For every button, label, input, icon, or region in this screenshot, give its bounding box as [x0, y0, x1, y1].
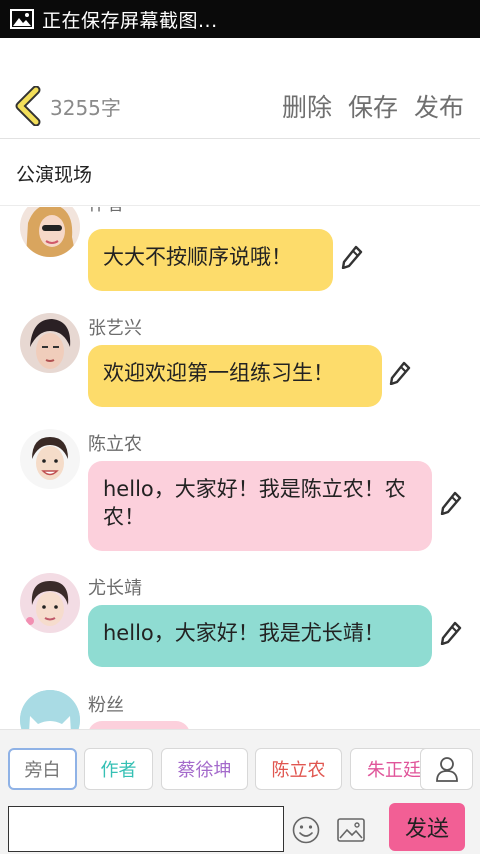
edit-pencil-icon[interactable]: [341, 245, 363, 269]
word-count: 3255字: [50, 96, 121, 120]
message-bubble[interactable]: hello，大家好！我是陈立农！农农！: [88, 461, 432, 551]
role-tab-label: 蔡徐坤: [177, 760, 232, 781]
message-bubble[interactable]: 大大不按顺序说哦！: [88, 229, 333, 291]
chapter-title: 公演现场: [16, 164, 93, 186]
image-picker-icon[interactable]: [337, 818, 365, 842]
speaker-name: 陈立农: [88, 434, 142, 455]
role-tab-narrator[interactable]: 旁白: [8, 748, 77, 790]
role-tab-author[interactable]: 作者: [84, 748, 153, 790]
role-tab-character[interactable]: 蔡徐坤: [161, 748, 248, 790]
avatar[interactable]: [20, 573, 80, 633]
edit-pencil-icon[interactable]: [389, 361, 411, 385]
save-button[interactable]: 保存: [348, 88, 398, 124]
send-button[interactable]: 发送: [389, 803, 465, 851]
role-tab-character[interactable]: 陈立农: [255, 748, 342, 790]
status-text: 正在保存屏幕截图...: [42, 9, 218, 32]
chat-message: 陈立农 hello，大家好！我是陈立农！农农！: [0, 426, 480, 566]
avatar[interactable]: [20, 207, 80, 257]
message-text: 大大不按顺序说哦！: [103, 245, 292, 269]
composer-bar: 旁白 作者 蔡徐坤 陈立农 朱正廷 发送: [0, 729, 480, 854]
speaker-name: 粉丝: [88, 695, 124, 716]
role-tab-label: 朱正廷: [367, 760, 421, 781]
avatar[interactable]: [20, 429, 80, 489]
role-tab-label: 旁白: [24, 760, 61, 781]
edit-pencil-icon[interactable]: [440, 621, 462, 645]
add-role-button[interactable]: [420, 748, 473, 790]
image-icon: [10, 9, 34, 29]
message-text: hello，大家好！我是尤长靖！: [103, 621, 385, 645]
speaker-name: 尤长靖: [88, 578, 142, 599]
chat-message: 作者 大大不按顺序说哦！: [0, 207, 480, 297]
editor-header: 3255字 删除 保存 发布: [0, 38, 480, 139]
chat-area[interactable]: 作者 大大不按顺序说哦！ 张艺兴 欢迎欢迎第一组练习生！: [0, 207, 480, 729]
emoji-icon[interactable]: [292, 816, 320, 844]
message-text: 欢迎欢迎第一组练习生！: [103, 361, 334, 385]
edit-pencil-icon[interactable]: [440, 491, 462, 515]
chat-message: 张艺兴 欢迎欢迎第一组练习生！: [0, 310, 480, 420]
message-bubble[interactable]: hello，大家好！我是尤长靖！: [88, 605, 432, 667]
message-bubble[interactable]: [88, 721, 190, 729]
person-icon: [435, 757, 458, 782]
role-tabs: 旁白 作者 蔡徐坤 陈立农 朱正廷: [0, 748, 480, 792]
chat-message: 粉丝: [0, 687, 480, 729]
avatar[interactable]: [20, 690, 80, 729]
chapter-title-bar[interactable]: 公演现场: [0, 140, 480, 206]
status-bar: 正在保存屏幕截图...: [0, 0, 480, 38]
header-actions: 删除 保存 发布: [282, 88, 464, 124]
chat-message: 尤长靖 hello，大家好！我是尤长靖！: [0, 570, 480, 680]
speaker-name: 作者: [88, 207, 124, 216]
send-label: 发送: [404, 817, 449, 842]
role-tab-label: 陈立农: [271, 760, 326, 781]
message-text: hello，大家好！我是陈立农！农农！: [103, 477, 406, 529]
delete-button[interactable]: 删除: [282, 88, 332, 124]
message-input[interactable]: [8, 806, 284, 852]
avatar[interactable]: [20, 313, 80, 373]
role-tab-label: 作者: [100, 760, 137, 781]
speaker-name: 张艺兴: [88, 318, 142, 339]
back-chevron-icon[interactable]: [12, 86, 44, 126]
message-bubble[interactable]: 欢迎欢迎第一组练习生！: [88, 345, 382, 407]
publish-button[interactable]: 发布: [414, 88, 464, 124]
